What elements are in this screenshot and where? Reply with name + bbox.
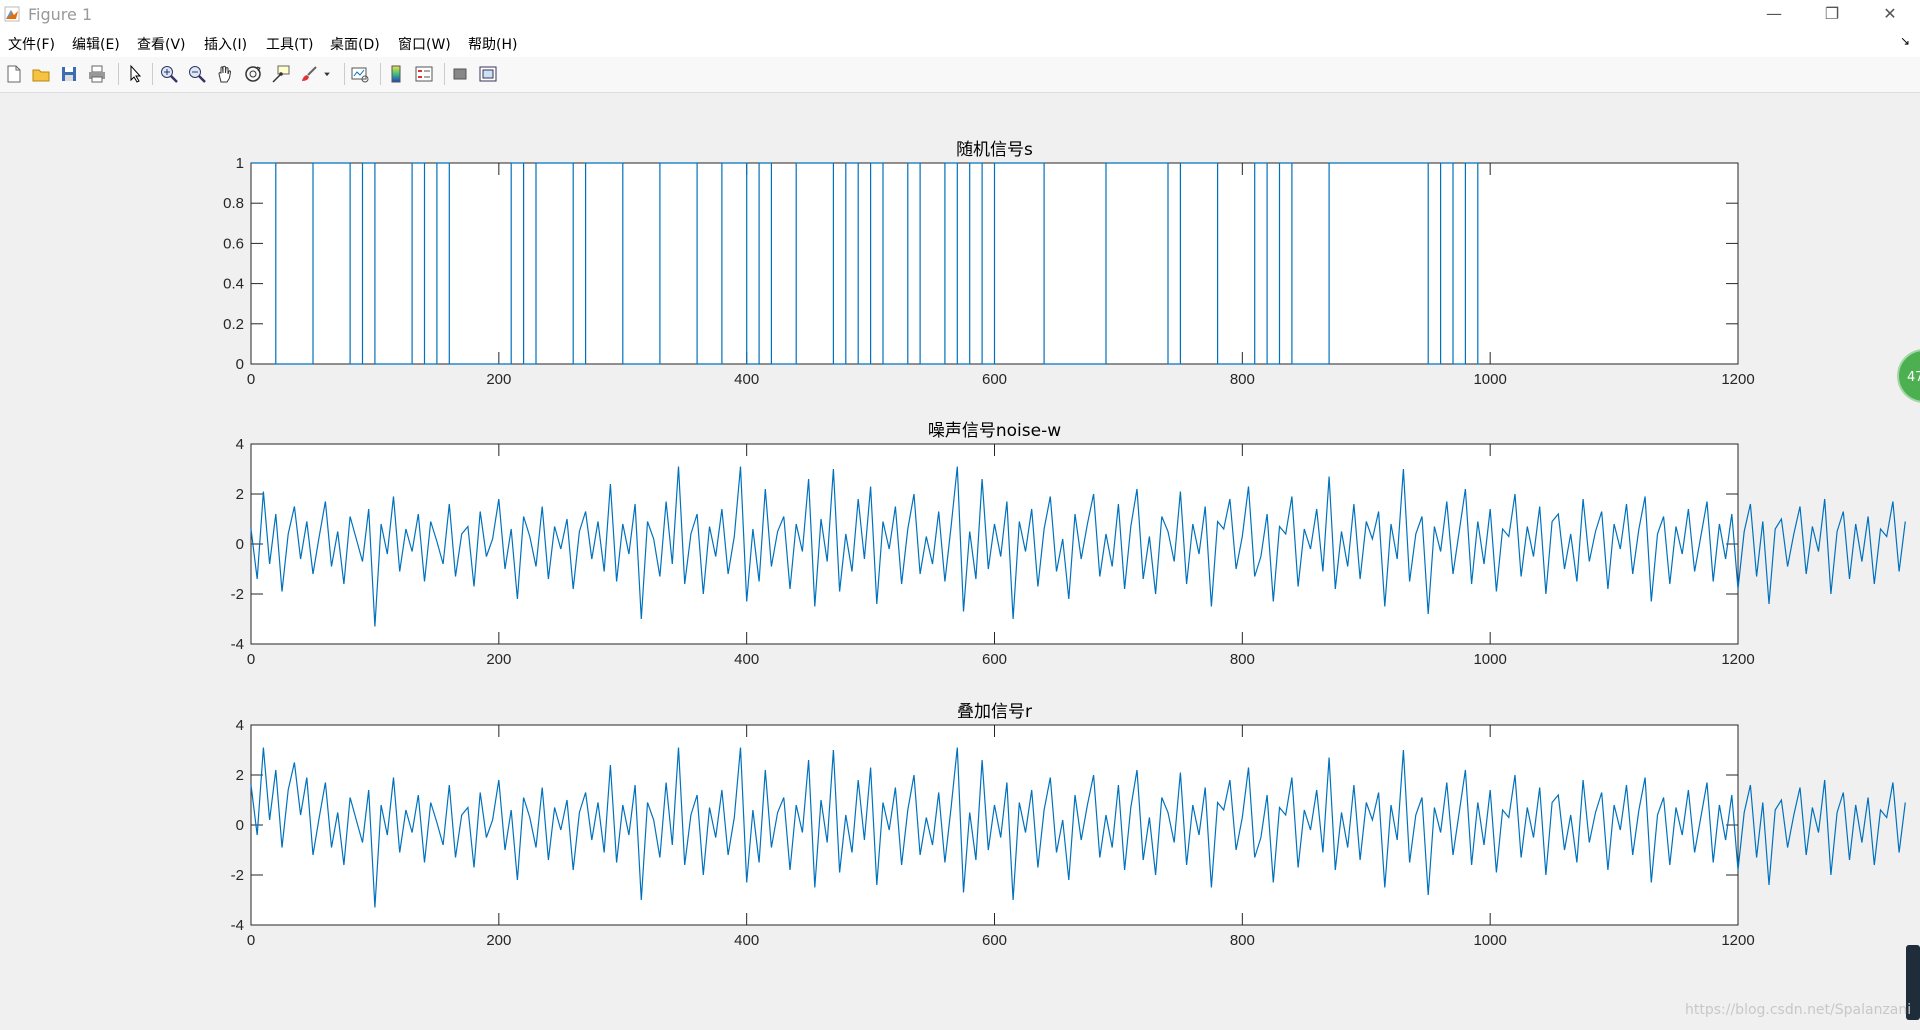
- toolbar-separator: [152, 63, 153, 85]
- save-icon[interactable]: [57, 63, 81, 85]
- x-tick-label: 200: [486, 932, 511, 949]
- x-tick-label: 800: [1230, 651, 1255, 668]
- figure-canvas: 随机信号s0 200 400 600 800 1000 120000.20.40.60.81…: [223, 140, 1906, 949]
- x-tick-label: 600: [982, 932, 1007, 949]
- x-tick-label: 1000: [1473, 932, 1506, 949]
- toolbar-separator: [444, 63, 445, 85]
- x-tick-label: 200: [486, 371, 511, 388]
- x-tick-label: 1200: [1721, 932, 1754, 949]
- matlab-logo-icon: [4, 6, 20, 22]
- menu-view[interactable]: 查看(V): [137, 34, 186, 54]
- menu-insert[interactable]: 插入(I): [204, 34, 247, 54]
- hide-plot-tools-icon[interactable]: [448, 63, 472, 85]
- window-titlebar: Figure 1 — ❐ ✕: [0, 0, 1920, 30]
- minimize-button[interactable]: —: [1745, 0, 1803, 30]
- zoom-in-icon[interactable]: [157, 63, 181, 85]
- x-tick-label: 800: [1230, 371, 1255, 388]
- open-file-icon[interactable]: [29, 63, 53, 85]
- rotate-3d-icon[interactable]: [241, 63, 265, 85]
- x-tick-label: 1200: [1721, 371, 1754, 388]
- x-tick-label: 1000: [1473, 651, 1506, 668]
- menu-desktop[interactable]: 桌面(D): [330, 34, 380, 54]
- restore-button[interactable]: ❐: [1803, 0, 1861, 30]
- menu-file[interactable]: 文件(F): [8, 34, 55, 54]
- show-plot-tools-icon[interactable]: [476, 63, 500, 85]
- y-tick-label: 2: [236, 486, 244, 503]
- axes-background: [250, 724, 1739, 926]
- y-tick-label: -4: [231, 636, 244, 653]
- zoom-out-icon[interactable]: [185, 63, 209, 85]
- y-tick-label: 0.2: [223, 316, 244, 333]
- menu-tools[interactable]: 工具(T): [266, 34, 313, 54]
- toolbar-separator: [380, 63, 381, 85]
- x-tick-label: 400: [734, 371, 759, 388]
- y-tick-label: -2: [231, 586, 244, 603]
- x-tick-label: 400: [734, 651, 759, 668]
- axes-title: 随机信号s: [956, 140, 1033, 160]
- dock-figure-icon[interactable]: ↘: [1900, 34, 1910, 48]
- y-tick-label: 2: [236, 767, 244, 784]
- axes-title: 噪声信号noise-w: [928, 421, 1061, 441]
- new-figure-icon[interactable]: [2, 63, 26, 85]
- pan-hand-icon[interactable]: [213, 63, 237, 85]
- legend-icon[interactable]: [412, 63, 436, 85]
- toolbar-separator: [344, 63, 345, 85]
- y-tick-label: 0.6: [223, 235, 244, 252]
- x-tick-label: 600: [982, 651, 1007, 668]
- x-tick-label: 1000: [1473, 371, 1506, 388]
- axes-1: 随机信号s 0 200 400 600 800 1000 1200 0 0.2 0.4 0.6 0.8 1: [223, 140, 1755, 388]
- colorbar-icon[interactable]: [384, 63, 408, 85]
- y-tick-label: 0: [236, 536, 244, 553]
- axes-title: 叠加信号r: [957, 702, 1032, 722]
- x-tick-label: 1200: [1721, 651, 1754, 668]
- x-tick-label: 600: [982, 371, 1007, 388]
- menu-bar: 文件(F) 编辑(E) 查看(V) 插入(I) 工具(T) 桌面(D) 窗口(W…: [0, 30, 1920, 57]
- figure-toolbar: [0, 57, 1920, 93]
- y-tick-label: 0: [236, 817, 244, 834]
- close-button[interactable]: ✕: [1861, 0, 1919, 30]
- x-tick-label: 0: [247, 932, 255, 949]
- window-title: Figure 1: [28, 5, 93, 24]
- y-tick-label: 0: [236, 356, 244, 373]
- menu-help[interactable]: 帮助(H): [468, 34, 517, 54]
- y-tick-label: 1: [236, 155, 244, 172]
- x-tick-label: 800: [1230, 932, 1255, 949]
- axes-background: [250, 443, 1739, 645]
- watermark-text: https://blog.csdn.net/Spalanzani: [1685, 1002, 1912, 1018]
- x-tick-label: 0: [247, 651, 255, 668]
- brush-icon[interactable]: [297, 63, 321, 85]
- axes-2: 噪声信号noise-w 0 200 400 600 800 1000 1200 -4 -2 0 2 4: [231, 421, 1906, 668]
- print-icon[interactable]: [85, 63, 109, 85]
- x-tick-label: 0: [247, 371, 255, 388]
- menu-edit[interactable]: 编辑(E): [72, 34, 120, 54]
- y-tick-label: -4: [231, 917, 244, 934]
- y-tick-label: 4: [236, 717, 244, 734]
- brush-dropdown-icon[interactable]: [320, 63, 334, 85]
- y-tick-label: 0.8: [223, 195, 244, 212]
- y-tick-label: 4: [236, 436, 244, 453]
- y-tick-label: -2: [231, 867, 244, 884]
- menu-window[interactable]: 窗口(W): [398, 34, 451, 54]
- axes-3: 叠加信号r 0 200 400 600 800 1000 1200 -4 -2 0 2 4: [231, 702, 1906, 949]
- x-tick-label: 200: [486, 651, 511, 668]
- x-tick-label: 400: [734, 932, 759, 949]
- select-arrow-icon[interactable]: [123, 63, 147, 85]
- link-plot-icon[interactable]: [348, 63, 372, 85]
- toolbar-separator: [118, 63, 119, 85]
- data-cursor-icon[interactable]: [269, 63, 293, 85]
- y-tick-label: 0.4: [223, 276, 244, 293]
